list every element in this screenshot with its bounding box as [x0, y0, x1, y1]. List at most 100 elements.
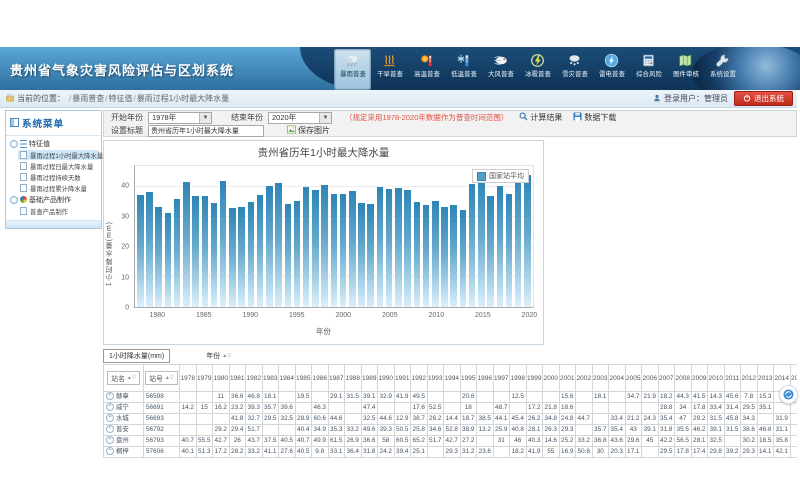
- nav-item-heat[interactable]: 高温普查: [408, 49, 445, 90]
- bar-2007[interactable]: [404, 190, 411, 307]
- bar-2004[interactable]: [377, 187, 384, 307]
- year-header-1979[interactable]: 1979: [196, 365, 213, 392]
- year-header-1984[interactable]: 1984: [279, 365, 296, 392]
- bar-2009[interactable]: [423, 205, 430, 307]
- year-header-2000[interactable]: 2000: [543, 365, 560, 392]
- expand-row-icon[interactable]: +: [106, 414, 114, 422]
- bar-1993[interactable]: [275, 183, 282, 308]
- year-header-1987[interactable]: 1987: [328, 365, 345, 392]
- expand-toggle-icon[interactable]: [10, 140, 18, 148]
- year-header-1990[interactable]: 1990: [378, 365, 395, 392]
- sidebar-item[interactable]: 暴雨过程1小时最大降水量: [18, 150, 99, 160]
- bar-1999[interactable]: [331, 194, 338, 307]
- expand-row-icon[interactable]: +: [106, 447, 114, 455]
- expand-row-icon[interactable]: +: [106, 403, 114, 411]
- nav-item-map[interactable]: 图件审核: [667, 49, 704, 90]
- year-header-2012[interactable]: 2012: [741, 365, 758, 392]
- sort-icons[interactable]: ▲▽: [222, 353, 231, 359]
- bar-1980[interactable]: [155, 207, 162, 307]
- bar-1983[interactable]: [183, 182, 190, 307]
- nav-item-cold[interactable]: 低温普查: [445, 49, 482, 90]
- year-header-1993[interactable]: 1993: [427, 365, 444, 392]
- bar-2008[interactable]: [414, 202, 421, 307]
- calculate-button[interactable]: 计算结果: [519, 112, 562, 123]
- bar-1996[interactable]: [303, 187, 310, 307]
- bar-1992[interactable]: [266, 186, 273, 308]
- year-header-1995[interactable]: 1995: [460, 365, 477, 392]
- bar-2018[interactable]: [506, 194, 513, 307]
- year-header-2008[interactable]: 2008: [675, 365, 692, 392]
- year-header-2011[interactable]: 2011: [724, 365, 741, 392]
- bar-1985[interactable]: [202, 196, 209, 307]
- bar-1997[interactable]: [312, 190, 319, 307]
- breadcrumb-item[interactable]: 暴雨过程1小时最大降水量: [137, 94, 229, 103]
- bar-2019[interactable]: [515, 174, 522, 308]
- bar-1995[interactable]: [294, 201, 301, 307]
- bar-1991[interactable]: [257, 195, 264, 307]
- year-header-1998[interactable]: 1998: [510, 365, 527, 392]
- bar-2010[interactable]: [432, 201, 439, 307]
- year-header-1991[interactable]: 1991: [394, 365, 411, 392]
- year-header-1999[interactable]: 1999: [526, 365, 543, 392]
- breadcrumb-item[interactable]: 暴雨普查: [72, 94, 104, 103]
- bar-2006[interactable]: [395, 188, 402, 307]
- year-header-2005[interactable]: 2005: [625, 365, 642, 392]
- download-button[interactable]: 数据下载: [573, 112, 616, 123]
- year-group-header[interactable]: 年份 ▲▽: [206, 351, 231, 361]
- end-year-select[interactable]: 2020年 ▼: [268, 112, 332, 124]
- floating-widget-button[interactable]: [779, 385, 798, 404]
- bar-1988[interactable]: [229, 208, 236, 307]
- year-header-1981[interactable]: 1981: [229, 365, 246, 392]
- year-header-1994[interactable]: 1994: [444, 365, 461, 392]
- bar-2002[interactable]: [358, 203, 365, 307]
- sort-icons[interactable]: ▲▽: [127, 375, 136, 381]
- bar-2003[interactable]: [367, 204, 374, 308]
- expand-row-icon[interactable]: +: [106, 392, 114, 400]
- nav-item-risk[interactable]: 综合风险: [630, 49, 667, 90]
- bar-1979[interactable]: [146, 192, 153, 307]
- year-header-1978[interactable]: 1978: [180, 365, 197, 392]
- sort-icons[interactable]: ▲▽: [165, 375, 174, 381]
- year-header-1980[interactable]: 1980: [213, 365, 230, 392]
- year-header-2007[interactable]: 2007: [658, 365, 675, 392]
- expand-row-icon[interactable]: +: [106, 436, 114, 444]
- year-header-1986[interactable]: 1986: [312, 365, 329, 392]
- bar-1994[interactable]: [285, 204, 292, 307]
- year-header-2006[interactable]: 2006: [642, 365, 659, 392]
- station-name-header[interactable]: 站名▲▽: [104, 365, 144, 392]
- chart-title-input[interactable]: [148, 125, 264, 137]
- bar-1982[interactable]: [174, 199, 181, 307]
- sidebar-item[interactable]: 暴雨过程持续天数: [18, 172, 99, 182]
- bar-1986[interactable]: [211, 203, 218, 307]
- bar-2017[interactable]: [497, 186, 504, 307]
- bar-1984[interactable]: [192, 196, 199, 307]
- bar-1978[interactable]: [137, 195, 144, 308]
- bar-2014[interactable]: [469, 184, 476, 307]
- year-header-1983[interactable]: 1983: [262, 365, 279, 392]
- sidebar-item[interactable]: 普查产品制作: [18, 206, 99, 216]
- bar-2016[interactable]: [487, 196, 494, 307]
- bar-2000[interactable]: [340, 194, 347, 307]
- nav-item-wind[interactable]: 大风普查: [482, 49, 519, 90]
- save-image-button[interactable]: 保存图片: [287, 125, 330, 136]
- expand-row-icon[interactable]: +: [106, 425, 114, 433]
- year-header-2002[interactable]: 2002: [576, 365, 593, 392]
- bar-2012[interactable]: [450, 205, 457, 307]
- year-header-1988[interactable]: 1988: [345, 365, 362, 392]
- expand-toggle-icon[interactable]: [10, 196, 18, 204]
- bar-1990[interactable]: [248, 202, 255, 307]
- sidebar-group-1[interactable]: 基础产品制作: [6, 194, 101, 205]
- logout-button[interactable]: 退出系统: [734, 91, 793, 106]
- unit-label-box[interactable]: 1小时降水量(mm): [103, 349, 170, 363]
- bar-2001[interactable]: [349, 191, 356, 307]
- bar-1981[interactable]: [165, 213, 172, 308]
- nav-item-lightning[interactable]: 雷电普查: [593, 49, 630, 90]
- nav-item-drought[interactable]: 干旱普查: [371, 49, 408, 90]
- nav-item-rainstorm[interactable]: 暴雨普查: [334, 49, 371, 90]
- bar-1998[interactable]: [321, 185, 328, 307]
- bar-1987[interactable]: [220, 181, 227, 307]
- year-header-2001[interactable]: 2001: [559, 365, 576, 392]
- breadcrumb-item[interactable]: 特征值: [108, 94, 132, 103]
- bar-2020[interactable]: [524, 175, 531, 307]
- bar-1989[interactable]: [238, 207, 245, 307]
